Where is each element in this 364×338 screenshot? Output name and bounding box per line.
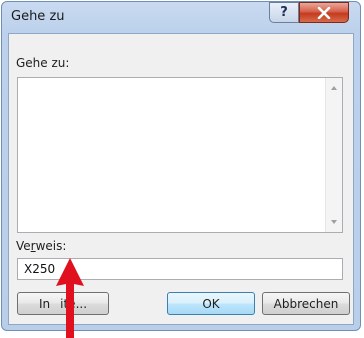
help-button[interactable]: ? (269, 2, 299, 23)
goto-list-label: Gehe zu: (16, 56, 70, 70)
title-bar[interactable]: Gehe zu ? (2, 2, 360, 34)
annotation-arrow-icon (56, 258, 84, 338)
goto-dialog: Gehe zu ? Gehe zu: Verweis: X250 Inite..… (1, 1, 361, 331)
close-button[interactable] (299, 2, 349, 23)
help-icon: ? (280, 5, 288, 20)
vertical-scrollbar[interactable] (325, 78, 342, 232)
close-icon (317, 6, 331, 19)
reference-label: Verweis: (16, 239, 67, 253)
goto-listbox[interactable] (17, 77, 343, 233)
window-title: Gehe zu (11, 9, 65, 24)
cancel-button[interactable]: Abbrechen (262, 292, 350, 315)
scroll-up-icon[interactable] (331, 86, 337, 90)
ok-button[interactable]: OK (167, 292, 255, 315)
scroll-down-icon[interactable] (331, 220, 337, 224)
